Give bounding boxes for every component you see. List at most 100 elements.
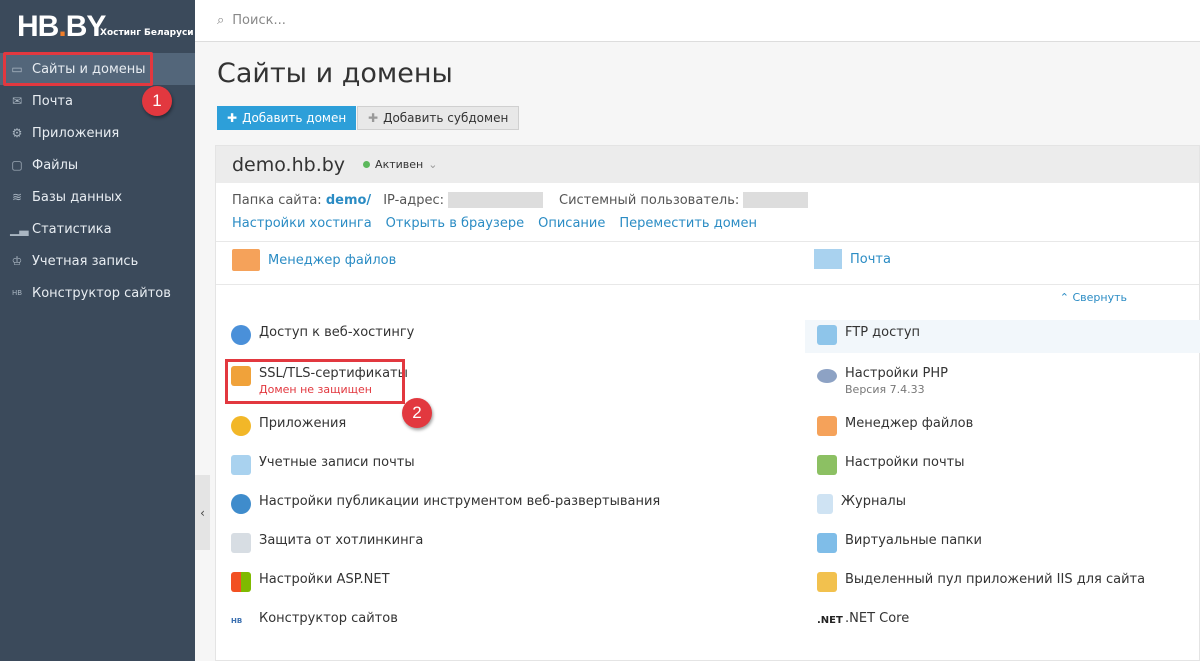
hosting-settings-link[interactable]: Настройки хостинга [232, 216, 372, 231]
status-dot-icon [363, 161, 370, 168]
shield-icon [231, 533, 251, 553]
layers-icon: ≋ [10, 190, 24, 204]
divider [216, 241, 1199, 242]
sidebar-item-files[interactable]: ▢ Файлы [0, 149, 195, 181]
tool-dotnet-core[interactable]: .NET .NET Core [817, 611, 909, 631]
tool-virtual-directories[interactable]: Виртуальные папки [817, 533, 982, 553]
tool-label: Выделенный пул приложений IIS для сайта [845, 572, 1145, 587]
mail-settings-icon [817, 455, 837, 475]
page-title: Сайты и домены [217, 58, 453, 89]
folder-icon: ▢ [10, 158, 24, 172]
tool-applications[interactable]: Приложения [231, 416, 346, 436]
php-version: Версия 7.4.33 [845, 383, 948, 396]
folder-label: Папка сайта: [232, 193, 322, 208]
tool-label: Настройки ASP.NET [259, 572, 390, 587]
document-icon [817, 494, 833, 514]
user-value-redacted [743, 192, 808, 208]
chevron-up-icon: ⌃ [1060, 291, 1069, 304]
quick-label: Почта [850, 252, 891, 267]
hbby-icon: HB [10, 289, 24, 297]
logo-subtitle: Хостинг Беларуси [100, 28, 194, 38]
tool-label: Виртуальные папки [845, 533, 982, 548]
status-dropdown[interactable]: Активен ⌄ [363, 158, 437, 171]
add-subdomain-label: Добавить субдомен [383, 111, 508, 125]
annotation-badge-1: 1 [142, 86, 172, 116]
sidebar-item-databases[interactable]: ≋ Базы данных [0, 181, 195, 213]
envelope-icon [814, 249, 842, 269]
logo-text-end: BY [66, 10, 106, 43]
sidebar-item-label: Базы данных [32, 190, 122, 205]
tool-aspnet-settings[interactable]: Настройки ASP.NET [231, 572, 390, 592]
gear-icon [231, 416, 251, 436]
tool-label: Учетные записи почты [259, 455, 415, 470]
tool-file-manager[interactable]: Менеджер файлов [817, 416, 973, 436]
dotnet-icon: .NET [817, 611, 837, 631]
tool-mail-accounts[interactable]: Учетные записи почты [231, 455, 415, 475]
tool-label: Менеджер файлов [845, 416, 973, 431]
globe-icon [231, 325, 251, 345]
tool-label: .NET Core [845, 611, 909, 626]
sidebar-item-label: Приложения [32, 126, 119, 141]
sidebar-item-label: Файлы [32, 158, 78, 173]
tool-label: FTP доступ [845, 325, 920, 340]
tool-web-hosting-access[interactable]: Доступ к веб-хостингу [231, 325, 414, 345]
domain-info: Папка сайта: demo/ IP-адрес: Системный п… [232, 192, 808, 208]
tool-php-settings[interactable]: Настройки PHP Версия 7.4.33 [817, 366, 948, 396]
folder-icon [817, 533, 837, 553]
tool-web-deploy[interactable]: Настройки публикации инструментом веб-ра… [231, 494, 660, 514]
add-subdomain-button[interactable]: ✚ Добавить субдомен [357, 106, 519, 130]
ip-label: IP-адрес: [383, 193, 444, 208]
tool-label: Настройки PHP [845, 366, 948, 381]
tool-label: Настройки почты [845, 455, 965, 470]
tool-label: Журналы [841, 494, 906, 509]
app-pool-icon [817, 572, 837, 592]
sidebar-item-label: Учетная запись [32, 254, 138, 269]
domain-links: Настройки хостинга Открыть в браузере Оп… [232, 216, 757, 231]
ftp-icon [817, 325, 837, 345]
tool-mail-settings[interactable]: Настройки почты [817, 455, 965, 475]
folder-link[interactable]: demo/ [326, 193, 371, 208]
status-label: Активен [375, 158, 423, 171]
quick-file-manager[interactable]: Менеджер файлов [232, 249, 396, 271]
open-in-browser-link[interactable]: Открыть в браузере [386, 216, 524, 231]
tool-logs[interactable]: Журналы [817, 494, 906, 514]
tool-label: Конструктор сайтов [259, 611, 398, 626]
chevron-down-icon: ⌄ [428, 158, 437, 171]
envelope-icon: ✉ [10, 94, 24, 108]
quick-mail[interactable]: Почта [814, 249, 891, 269]
tool-ftp-access[interactable]: FTP доступ [817, 325, 920, 345]
sidebar-item-statistics[interactable]: ▁▃Статистика [0, 213, 195, 245]
highlight-box-1 [3, 52, 153, 86]
tool-site-builder[interactable]: HBКонструктор сайтов [231, 611, 398, 631]
add-domain-label: Добавить домен [242, 111, 346, 125]
windows-icon [231, 572, 251, 592]
divider [216, 284, 1199, 285]
tool-iis-app-pool[interactable]: Выделенный пул приложений IIS для сайта [817, 572, 1145, 592]
annotation-badge-2: 2 [402, 398, 432, 428]
sidebar-item-apps[interactable]: ⚙ Приложения [0, 117, 195, 149]
sidebar-item-account[interactable]: ♔ Учетная запись [0, 245, 195, 277]
search-bar[interactable]: ⌕ Поиск... [195, 0, 1200, 42]
tool-hotlink-protection[interactable]: Защита от хотлинкинга [231, 533, 423, 553]
logo-dot: . [58, 10, 65, 43]
sidebar-collapse-button[interactable]: ‹ [195, 475, 210, 550]
gear-icon: ⚙ [10, 126, 24, 140]
folder-icon [232, 249, 260, 271]
sidebar-item-label: Почта [32, 94, 73, 109]
sidebar-item-label: Конструктор сайтов [32, 286, 171, 301]
plus-icon: ✚ [368, 111, 378, 125]
sidebar-item-sitebuilder[interactable]: HB Конструктор сайтов [0, 277, 195, 309]
domain-name: demo.hb.by [232, 154, 345, 176]
move-domain-link[interactable]: Переместить домен [619, 216, 757, 231]
search-input[interactable]: Поиск... [232, 13, 286, 28]
globe-icon [231, 494, 251, 514]
logo[interactable]: HB.BY [17, 10, 105, 44]
search-icon: ⌕ [217, 13, 224, 28]
folder-icon [817, 416, 837, 436]
logo-text: HB [17, 10, 58, 43]
collapse-link[interactable]: ⌃ Свернуть [1060, 291, 1127, 304]
description-link[interactable]: Описание [538, 216, 605, 231]
crown-icon: ♔ [10, 254, 24, 268]
add-domain-button[interactable]: ✚Добавить домен [217, 106, 356, 130]
tool-label: Настройки публикации инструментом веб-ра… [259, 494, 660, 509]
